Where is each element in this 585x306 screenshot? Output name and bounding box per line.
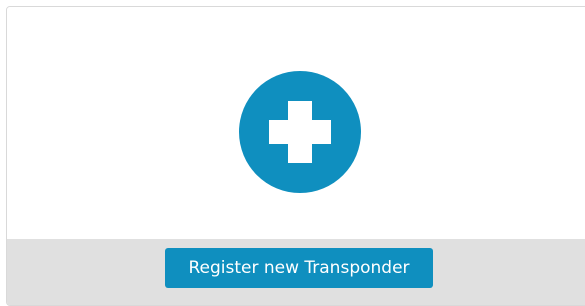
add-transponder-button[interactable] [239, 71, 361, 193]
card-footer: Register new Transponder [7, 239, 585, 305]
register-new-transponder-button[interactable]: Register new Transponder [165, 248, 433, 288]
register-transponder-card: Register new Transponder [6, 6, 585, 306]
card-body [7, 7, 585, 239]
plus-icon-vertical-bar [288, 101, 312, 163]
